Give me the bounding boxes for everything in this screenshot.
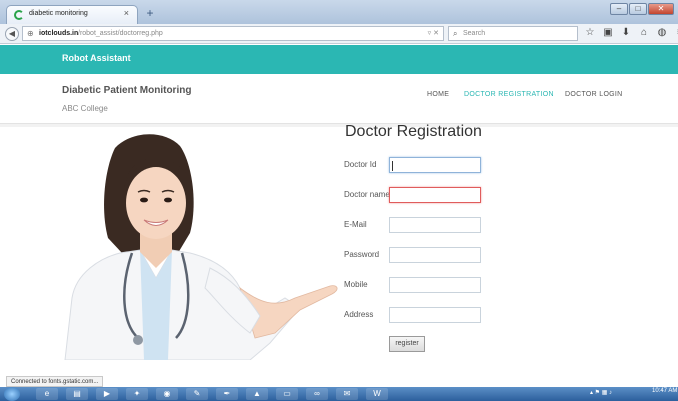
nav-home[interactable]: HOME: [427, 91, 449, 98]
word-icon[interactable]: W: [366, 388, 388, 400]
nav-doctor-registration[interactable]: DOCTOR REGISTRATION: [464, 91, 554, 98]
globe-icon: ⊕: [27, 29, 34, 38]
media-player-icon[interactable]: ▶: [96, 388, 118, 400]
register-button[interactable]: register: [389, 336, 425, 352]
tab-strip: diabetic monitoring × + – □ ✕: [0, 0, 678, 24]
brand-name[interactable]: Robot Assistant: [62, 53, 131, 63]
ie-icon[interactable]: e: [36, 388, 58, 400]
start-button[interactable]: [4, 387, 20, 401]
form-heading: Doctor Registration: [345, 123, 482, 140]
menu-icon[interactable]: ≡: [674, 26, 678, 40]
tool-icon[interactable]: ✎: [186, 388, 208, 400]
browser-window: diabetic monitoring × + – □ ✕ ◀ ⊕ iotclo…: [0, 0, 678, 401]
star-icon[interactable]: ☆: [584, 26, 596, 40]
taskbar-apps: e ▤ ▶ ✦ ◉ ✎ ✒ ▲ ▭ ∞ ✉ W: [36, 388, 388, 400]
window-icon[interactable]: ▭: [276, 388, 298, 400]
doctor-illustration: [64, 134, 338, 360]
window-controls: – □ ✕: [610, 3, 674, 15]
mobile-input[interactable]: [389, 277, 481, 293]
download-icon[interactable]: ⬇: [620, 26, 632, 40]
doctor-id-label: Doctor Id: [344, 160, 377, 169]
url-host: iotclouds.in: [39, 30, 79, 37]
toolbar-icons: ☆ ▣ ⬇ ⌂ ◍ ≡: [584, 26, 678, 40]
site-header: Diabetic Patient Monitoring ABC College …: [0, 74, 678, 124]
loading-spinner-icon: [14, 10, 24, 20]
home-icon[interactable]: ⌂: [638, 26, 650, 40]
maximize-button[interactable]: □: [629, 3, 647, 15]
extension-icon[interactable]: ◍: [656, 26, 668, 40]
site-subtitle: ABC College: [62, 104, 108, 113]
taskbar-clock[interactable]: 10:47 AM: [652, 388, 677, 394]
tab-title: diabetic monitoring: [29, 10, 88, 17]
pen-icon[interactable]: ✒: [216, 388, 238, 400]
email-label: E-Mail: [344, 220, 367, 229]
system-tray[interactable]: ▴ ⚑ ▦ ♪: [590, 389, 612, 396]
tab-close-button[interactable]: ×: [124, 8, 129, 18]
windows-taskbar: e ▤ ▶ ✦ ◉ ✎ ✒ ▲ ▭ ∞ ✉ W ▴ ⚑ ▦ ♪ 10:47 AM: [0, 387, 678, 401]
url-path: /robot_assist/doctorreg.php: [78, 30, 163, 37]
graduation-icon[interactable]: ▲: [246, 388, 268, 400]
search-placeholder: Search: [463, 30, 486, 37]
browser-tab[interactable]: diabetic monitoring ×: [6, 5, 138, 24]
back-button[interactable]: ◀: [5, 27, 19, 41]
close-window-button[interactable]: ✕: [648, 3, 674, 15]
minimize-button[interactable]: –: [610, 3, 628, 15]
doctor-name-label: Doctor name: [344, 190, 390, 199]
url-actions[interactable]: ▿ ✕: [428, 29, 439, 37]
text-caret: [392, 161, 393, 171]
address-bar[interactable]: ⊕ iotclouds.in /robot_assist/doctorreg.p…: [22, 26, 444, 41]
site-topbar: Robot Assistant: [0, 45, 678, 74]
address-input[interactable]: [389, 307, 481, 323]
folder-icon[interactable]: ▤: [66, 388, 88, 400]
search-icon: ⌕: [453, 29, 458, 38]
email-input[interactable]: [389, 217, 481, 233]
clipboard-icon[interactable]: ▣: [602, 26, 614, 40]
new-tab-button[interactable]: +: [142, 6, 158, 20]
doctor-name-input[interactable]: [389, 187, 481, 203]
search-bar[interactable]: ⌕ Search: [448, 26, 578, 41]
firefox-icon[interactable]: ◉: [156, 388, 178, 400]
address-label: Address: [344, 310, 374, 319]
status-bar: Connected to fonts.gstatic.com...: [6, 376, 104, 387]
password-input[interactable]: [389, 247, 481, 263]
nav-doctor-login[interactable]: DOCTOR LOGIN: [565, 91, 623, 98]
app-icon[interactable]: ✦: [126, 388, 148, 400]
doctor-id-input[interactable]: [389, 157, 481, 173]
arduino-icon[interactable]: ∞: [306, 388, 328, 400]
site-title: Diabetic Patient Monitoring: [62, 85, 192, 96]
browser-toolbar: ◀ ⊕ iotclouds.in /robot_assist/doctorreg…: [0, 24, 678, 44]
mobile-label: Mobile: [344, 280, 368, 289]
chat-icon[interactable]: ✉: [336, 388, 358, 400]
header-divider: [0, 124, 678, 127]
password-label: Password: [344, 250, 380, 259]
